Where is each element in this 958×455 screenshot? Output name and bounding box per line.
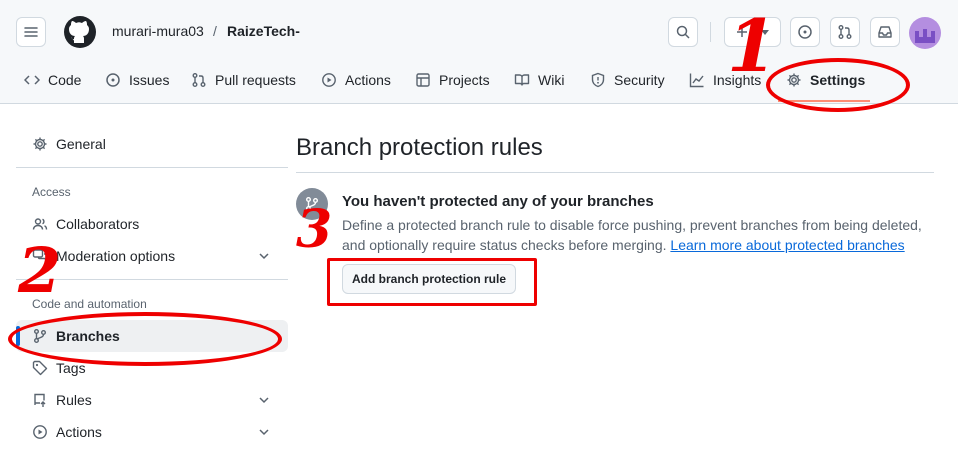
table-icon [416,73,430,87]
page-title: Branch protection rules [296,134,543,161]
sidebar-divider [16,167,288,168]
inbox-icon [878,26,892,38]
issue-icon [798,25,812,39]
pull-requests-button[interactable] [830,17,860,47]
search-icon [676,25,690,39]
learn-more-link[interactable]: Learn more about protected branches [670,237,904,253]
issues-button[interactable] [790,17,820,47]
sidebar-item-label: Moderation options [56,248,176,264]
sidebar-heading-access: Access [32,185,71,199]
tab-actions[interactable]: Actions [321,70,391,90]
annotation-ellipse-settings [766,58,910,112]
avatar-identicon-icon [915,29,935,43]
tag-icon [32,360,48,376]
tab-projects-label: Projects [439,72,490,88]
tab-issues[interactable]: Issues [105,70,169,90]
sidebar-item-label: Rules [56,392,92,408]
sidebar-item-label: General [56,136,106,152]
tab-projects[interactable]: Projects [415,70,490,90]
breadcrumb-repo[interactable]: RaizeTech- [227,23,300,39]
pull-request-icon [838,25,852,39]
graph-icon [689,73,704,88]
menu-button[interactable] [16,17,46,47]
avatar[interactable] [909,17,941,49]
annotation-number-2: 2 [18,234,62,307]
annotation-ellipse-branches [8,312,282,366]
people-icon [32,218,48,230]
annotation-number-1: 1 [727,3,778,88]
blankslate-description-line2: and optionally require status checks bef… [342,237,905,253]
tab-code[interactable]: Code [24,70,81,90]
sidebar-item-rules[interactable]: Rules [16,384,288,416]
tab-code-label: Code [48,72,82,88]
hamburger-icon [24,27,38,37]
tab-security-label: Security [614,72,665,88]
chevron-down-icon [259,429,269,436]
blankslate-description-text: and optionally require status checks bef… [342,237,667,253]
header-divider [710,22,711,42]
tab-pull-requests-label: Pull requests [215,72,296,88]
chevron-down-icon [259,397,269,404]
pull-request-icon [192,73,206,87]
chevron-down-icon [259,253,269,260]
inbox-button[interactable] [870,17,900,47]
tab-wiki[interactable]: Wiki [514,70,564,90]
annotation-number-3: 3 [296,199,333,260]
sidebar-item-actions[interactable]: Actions [16,416,288,448]
book-icon [514,74,530,86]
sidebar-item-label: Collaborators [56,216,140,232]
issue-icon [106,73,120,87]
code-icon [24,75,40,85]
play-icon [33,425,47,439]
sidebar-item-label: Actions [56,424,102,440]
play-icon [322,73,336,87]
tab-pull-requests[interactable]: Pull requests [191,70,296,90]
tab-security[interactable]: Security [590,70,665,90]
shield-icon [591,72,605,88]
github-logo-icon[interactable] [64,16,96,48]
breadcrumb-owner[interactable]: murari-mura03 [112,23,204,39]
title-divider [296,172,934,173]
blankslate-title: You haven't protected any of your branch… [342,193,654,210]
blankslate-description-line1: Define a protected branch rule to disabl… [342,217,922,233]
repo-push-icon [34,393,46,407]
tab-wiki-label: Wiki [538,72,565,88]
gear-icon [33,137,47,151]
tab-issues-label: Issues [129,72,170,88]
search-button[interactable] [668,17,698,47]
tab-actions-label: Actions [345,72,391,88]
annotation-box-add-rule [327,258,537,306]
sidebar-item-general[interactable]: General [16,128,288,160]
breadcrumb-separator: / [213,23,217,39]
